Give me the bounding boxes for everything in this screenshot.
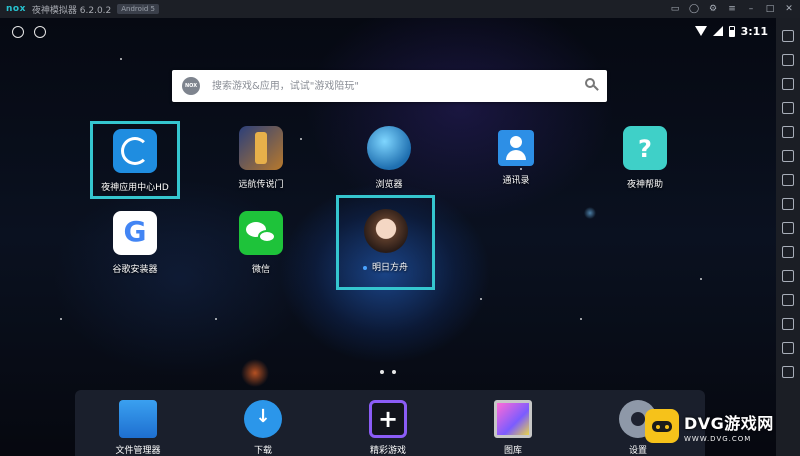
app-label: 明日方舟 — [362, 260, 408, 273]
toolbar-button[interactable] — [782, 78, 794, 90]
settings-icon[interactable]: ⚙ — [708, 4, 718, 14]
status-bar: 3:11 — [694, 23, 768, 39]
scissors-icon[interactable] — [782, 294, 794, 306]
toolbar-button[interactable] — [782, 246, 794, 258]
app-label: 谷歌安装器 — [112, 265, 158, 275]
contacts-icon — [498, 130, 534, 166]
app-label: 通讯录 — [502, 176, 530, 186]
app-google-installer[interactable]: G 谷歌安装器 — [90, 206, 180, 284]
minimize-icon[interactable]: – — [746, 4, 756, 14]
watermark-url: WWW.DVG.COM — [684, 434, 752, 443]
dvg-watermark: DVG游戏网 WWW.DVG.COM — [645, 400, 795, 452]
close-icon[interactable]: ✕ — [784, 4, 794, 14]
page-indicator — [380, 370, 396, 374]
app-browser[interactable]: 浏览器 — [344, 121, 434, 199]
watermark-title: DVG游戏网 — [684, 413, 774, 433]
browser-globe-icon — [367, 126, 411, 170]
dock-gallery[interactable]: 图库 — [468, 390, 558, 456]
app-wechat[interactable]: 微信 — [216, 206, 306, 284]
star — [480, 298, 482, 300]
volume-up-icon[interactable] — [782, 126, 794, 138]
nox-app-center-icon — [113, 129, 157, 173]
gallery-icon — [494, 400, 532, 438]
toolbar-button[interactable] — [782, 318, 794, 330]
app-nox-help[interactable]: ? 夜神帮助 — [600, 121, 690, 199]
app-label: 远航传说门 — [238, 180, 284, 190]
status-clock: 3:11 — [740, 24, 768, 38]
back-icon[interactable] — [782, 342, 794, 354]
google-g-icon: G — [113, 211, 157, 255]
notification-app-icon — [34, 26, 46, 38]
battery-icon — [728, 25, 735, 37]
app-nox-app-center[interactable]: 夜神应用中心HD — [90, 121, 180, 199]
toolbar-button[interactable] — [782, 54, 794, 66]
search-icon[interactable] — [585, 78, 595, 88]
app-label: 夜神帮助 — [626, 180, 663, 190]
star — [120, 58, 122, 60]
dock-label: 下载 — [253, 446, 272, 456]
star — [580, 318, 582, 320]
search-input[interactable] — [210, 79, 574, 93]
signal-icon — [712, 26, 723, 36]
star — [60, 318, 62, 320]
toolbar-button[interactable] — [782, 198, 794, 210]
watermark-text: DVG游戏网 WWW.DVG.COM — [684, 410, 774, 443]
app-label: 浏览器 — [375, 180, 403, 190]
home-icon[interactable] — [782, 366, 794, 378]
star — [700, 278, 702, 280]
app-title: 夜神模拟器 6.2.0.2 — [31, 5, 112, 16]
page-dot[interactable] — [380, 370, 384, 374]
folder-icon — [119, 400, 157, 438]
page-dot[interactable] — [392, 370, 396, 374]
emulator-titlebar: nox 夜神模拟器 6.2.0.2 Android 5 ▭ ◯ ⚙ ≡ – □ … — [0, 0, 800, 18]
toolbar-button[interactable] — [782, 102, 794, 114]
app-label: 微信 — [251, 265, 270, 275]
android-home-screen: 3:11 NOX 夜神应用中心HD 远航传说门 浏览器 通讯录 ? 夜神帮助 — [0, 18, 776, 456]
new-install-dot — [362, 265, 367, 270]
dock-label: 文件管理器 — [115, 446, 161, 456]
toolbar-button[interactable] — [782, 222, 794, 234]
search-bar[interactable]: NOX — [172, 70, 607, 102]
app-arknights[interactable]: 明日方舟 — [336, 195, 435, 290]
toolbar-button[interactable] — [782, 174, 794, 186]
dock: 文件管理器 ↓ 下载 + 精彩游戏 图库 设置 — [75, 390, 705, 456]
wechat-icon — [239, 211, 283, 255]
arknights-character-icon — [363, 209, 408, 253]
toolbar-button[interactable] — [782, 270, 794, 282]
user-icon[interactable]: ◯ — [689, 4, 699, 14]
help-question-icon: ? — [623, 126, 667, 170]
app-label: 夜神应用中心HD — [101, 183, 169, 193]
multi-window-icon[interactable]: ▭ — [670, 4, 680, 14]
nox-logo: nox — [6, 4, 26, 14]
star — [215, 318, 217, 320]
nox-search-logo-icon: NOX — [182, 77, 200, 95]
title-controls: ▭ ◯ ⚙ ≡ – □ ✕ — [670, 0, 794, 18]
toolbar-button[interactable] — [782, 30, 794, 42]
menu-icon[interactable]: ≡ — [727, 4, 737, 14]
notification-app-icon — [12, 26, 24, 38]
plus-icon: + — [369, 400, 407, 438]
app-game-door[interactable]: 远航传说门 — [216, 121, 306, 199]
download-icon: ↓ — [244, 400, 282, 438]
gamepad-logo-icon — [645, 409, 679, 443]
dock-featured-games[interactable]: + 精彩游戏 — [343, 390, 433, 456]
volume-down-icon[interactable] — [782, 150, 794, 162]
game-door-icon — [239, 126, 283, 170]
dock-download[interactable]: ↓ 下载 — [218, 390, 308, 456]
dock-label: 精彩游戏 — [369, 446, 406, 456]
dock-label: 图库 — [503, 446, 522, 456]
emulator-sidebar — [776, 18, 800, 456]
app-contacts[interactable]: 通讯录 — [471, 121, 561, 199]
android-version-badge: Android 5 — [117, 4, 160, 14]
dock-file-manager[interactable]: 文件管理器 — [93, 390, 183, 456]
wifi-icon — [694, 26, 707, 36]
maximize-icon[interactable]: □ — [765, 4, 775, 14]
